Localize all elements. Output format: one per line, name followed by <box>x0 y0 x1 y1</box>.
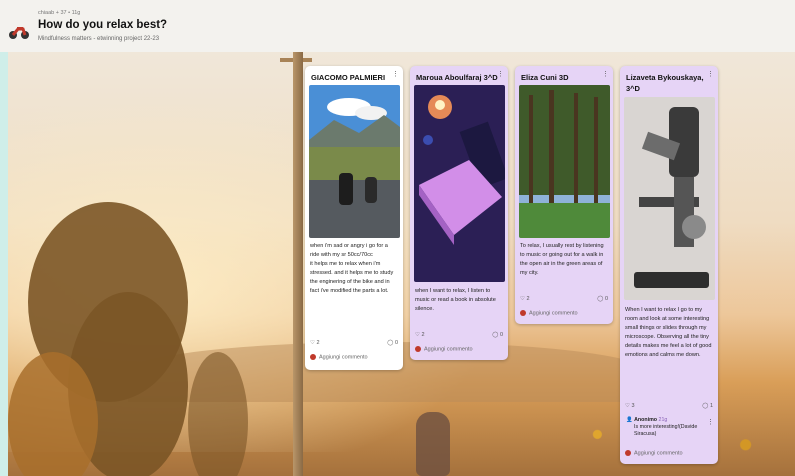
add-comment-button[interactable]: Aggiungi commento <box>310 354 368 360</box>
board-title: How do you relax best? <box>38 19 168 31</box>
add-comment-button[interactable]: Aggiungi commento <box>520 310 578 316</box>
board-subtitle: Mindfulness matters - etwinning project … <box>38 36 160 42</box>
post-card[interactable]: Lizaveta Bykouskaya, 3^D ⋮ When I want t… <box>620 66 718 464</box>
more-options-icon[interactable]: ⋮ <box>602 70 609 78</box>
post-image[interactable] <box>414 85 505 282</box>
post-image[interactable] <box>519 85 610 238</box>
post-card[interactable]: Maroua Aboulfaraj 3^D ⋮ when I want to r… <box>410 66 508 360</box>
post-author: Eliza Cuni 3D <box>521 73 569 82</box>
post-image[interactable] <box>624 97 715 300</box>
like-count: 2 <box>421 332 425 338</box>
like-button[interactable]: ♡ 2 <box>310 340 320 346</box>
post-text: To relax, I usually rest by listening to… <box>520 243 604 276</box>
add-comment-label: Aggiungi commento <box>319 354 368 361</box>
like-count: 2 <box>526 296 530 302</box>
board-meta: chiaab + 37 • 11g <box>38 10 81 16</box>
like-count: 3 <box>631 403 635 409</box>
avatar <box>310 354 316 360</box>
comment-time: 21g <box>658 417 668 423</box>
post-text: when I want to relax, I listen to music … <box>415 288 496 312</box>
add-comment-button[interactable]: Aggiungi commento <box>625 450 683 456</box>
comment-count-button[interactable]: ◯ 0 <box>387 340 398 346</box>
avatar <box>625 450 631 456</box>
comment-item: 👤 Anonimo 21g Is more interesting!(David… <box>626 417 712 438</box>
add-comment-label: Aggiungi commento <box>529 310 578 317</box>
comment-text: Is more interesting!(Davide Siracusa) <box>634 424 698 437</box>
add-comment-button[interactable]: Aggiungi commento <box>415 346 473 352</box>
like-button[interactable]: ♡ 3 <box>625 403 635 409</box>
comment-count: 1 <box>709 403 713 409</box>
like-button[interactable]: ♡ 2 <box>415 332 425 338</box>
board-header: chiaab + 37 • 11g How do you relax best?… <box>0 0 795 52</box>
comment-count: 0 <box>394 340 398 346</box>
comment-options-icon[interactable]: ⋮ <box>707 418 714 426</box>
avatar <box>520 310 526 316</box>
more-options-icon[interactable]: ⋮ <box>392 70 399 78</box>
more-options-icon[interactable]: ⋮ <box>707 70 714 78</box>
post-text: When I want to relax I go to my room and… <box>625 307 712 358</box>
add-comment-label: Aggiungi commento <box>634 450 683 457</box>
post-card[interactable]: GIACOMO PALMIERI ⋮ when i'm sad or angry… <box>305 66 403 370</box>
post-author: Maroua Aboulfaraj 3^D <box>416 73 498 82</box>
comment-count-button[interactable]: ◯ 0 <box>597 296 608 302</box>
post-author: Lizaveta Bykouskaya, 3^D <box>626 73 704 93</box>
motorbike-icon <box>9 27 29 39</box>
user-icon: 👤 <box>626 417 633 423</box>
like-count: 2 <box>316 340 320 346</box>
comment-count: 0 <box>499 332 503 338</box>
avatar <box>415 346 421 352</box>
post-author: GIACOMO PALMIERI <box>311 73 386 82</box>
add-comment-label: Aggiungi commento <box>424 346 473 353</box>
post-image[interactable] <box>309 85 400 238</box>
comment-count-button[interactable]: ◯ 1 <box>702 403 713 409</box>
comment-count: 0 <box>604 296 608 302</box>
comment-author: Anonimo <box>634 417 658 423</box>
more-options-icon[interactable]: ⋮ <box>497 70 504 78</box>
comment-count-button[interactable]: ◯ 0 <box>492 332 503 338</box>
post-text: when i'm sad or angry i go for a ride wi… <box>310 243 394 294</box>
post-card[interactable]: Eliza Cuni 3D ⋮ To relax, I usually rest… <box>515 66 613 324</box>
like-button[interactable]: ♡ 2 <box>520 296 530 302</box>
padlet-board: chiaab + 37 • 11g How do you relax best?… <box>0 0 795 476</box>
